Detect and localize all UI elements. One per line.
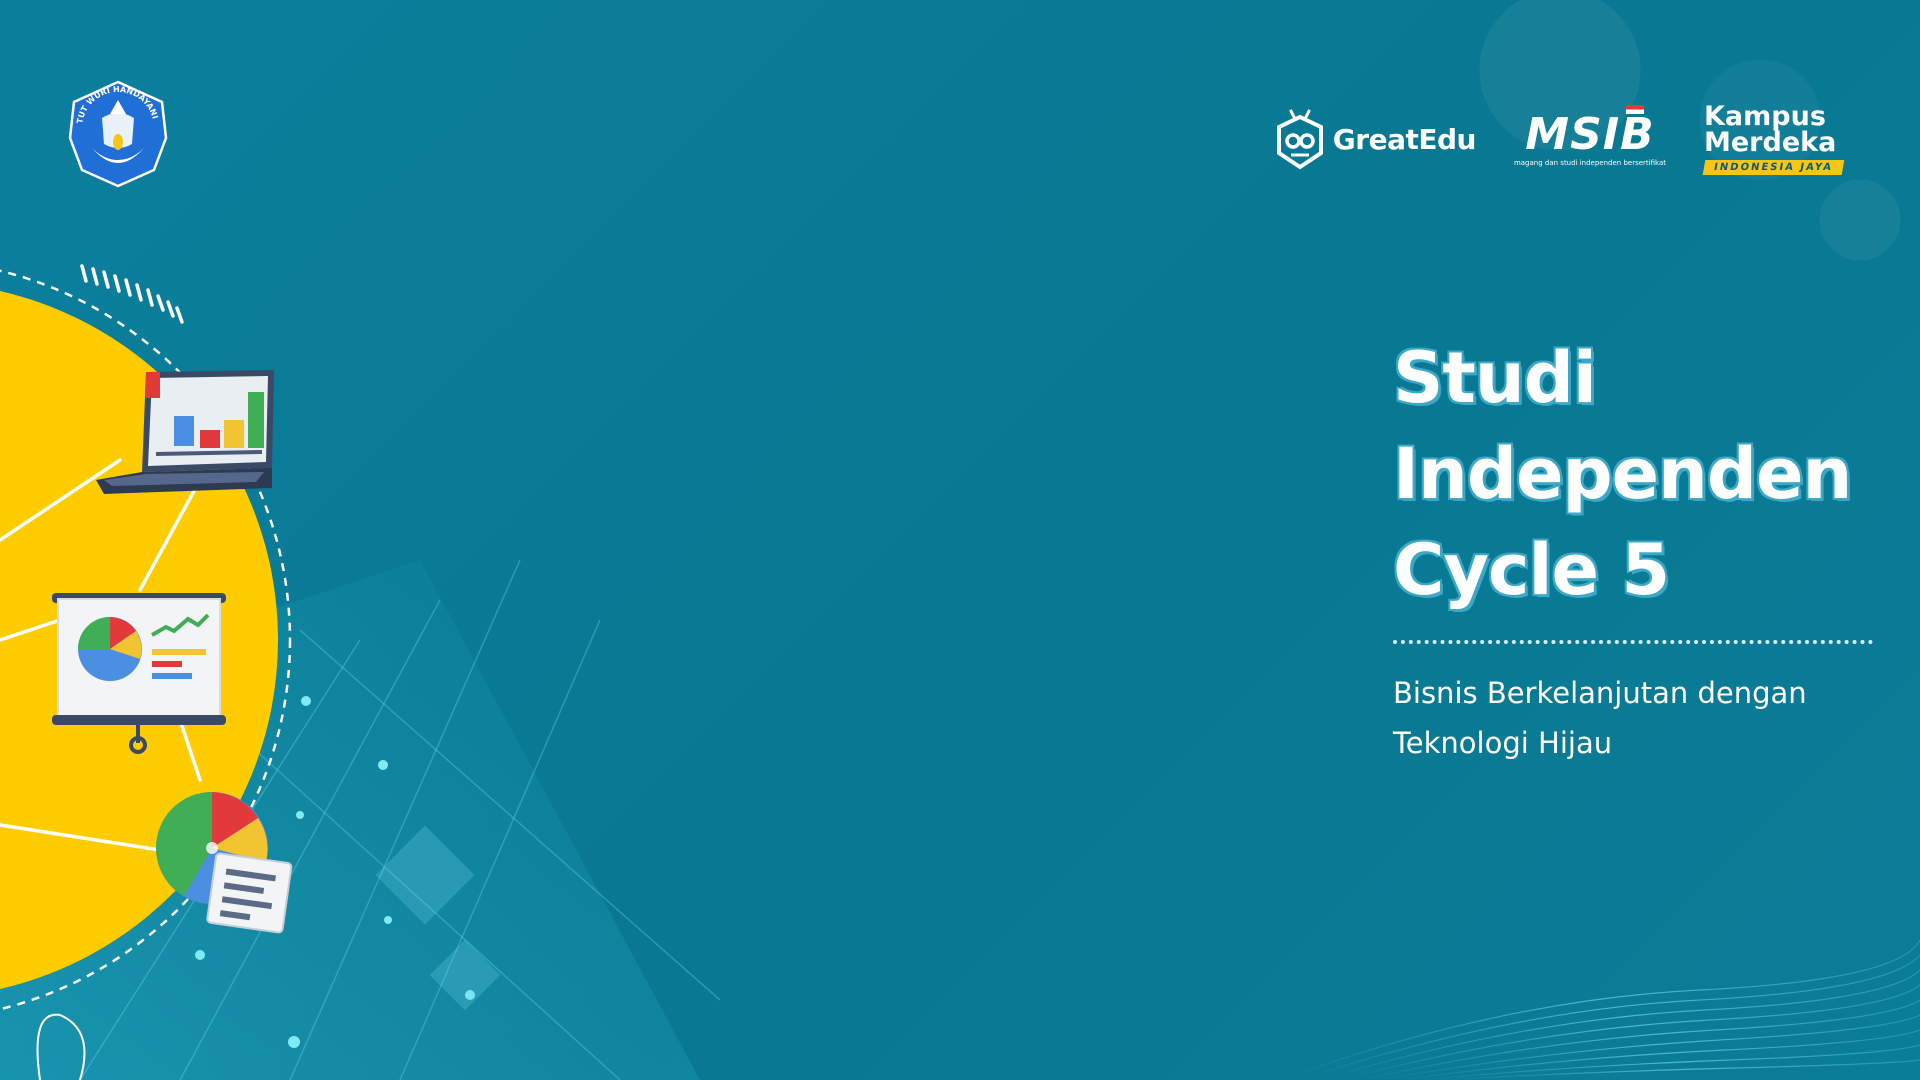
partner-logos: GreatEdu MSIB magang dan studi independe… [1273, 103, 1854, 175]
msib-logo-subtext: magang dan studi independen bersertifika… [1513, 158, 1666, 167]
dotted-divider [1393, 640, 1873, 644]
flag-icon [1626, 104, 1644, 114]
subtitle-line-1: Bisnis Berkelanjutan dengan [1393, 676, 1807, 710]
msib-logo-text: MSIB [1525, 108, 1655, 160]
page-subtitle: Bisnis Berkelanjutan dengan Teknologi Hi… [1393, 668, 1893, 768]
presentation-board-icon [52, 593, 226, 754]
title-line-1: Studi [1393, 337, 1597, 419]
kampus-logo-line2: Merdeka [1704, 127, 1837, 158]
title-line-2: Independen [1393, 433, 1852, 515]
title-line-3: Cycle 5 [1393, 529, 1670, 611]
greatedu-logo-icon [1276, 109, 1323, 169]
subtitle-line-2: Teknologi Hijau [1393, 726, 1613, 760]
page-title: Studi Independen Cycle 5 [1393, 330, 1893, 618]
laptop-chart-icon [96, 370, 274, 494]
kampus-merdeka-logo: Kampus Merdeka INDONESIA JAYA [1702, 103, 1854, 175]
msib-logo: MSIB magang dan studi independen bersert… [1513, 104, 1666, 167]
pie-chart-document-icon [156, 792, 293, 934]
greatedu-logo: GreatEdu [1273, 107, 1476, 173]
tutwuri-logo-icon: TUT WURI HANDAYANI [68, 80, 168, 188]
kampus-logo-badge: INDONESIA JAYA [1702, 160, 1845, 175]
greatedu-logo-text: GreatEdu [1332, 123, 1477, 156]
